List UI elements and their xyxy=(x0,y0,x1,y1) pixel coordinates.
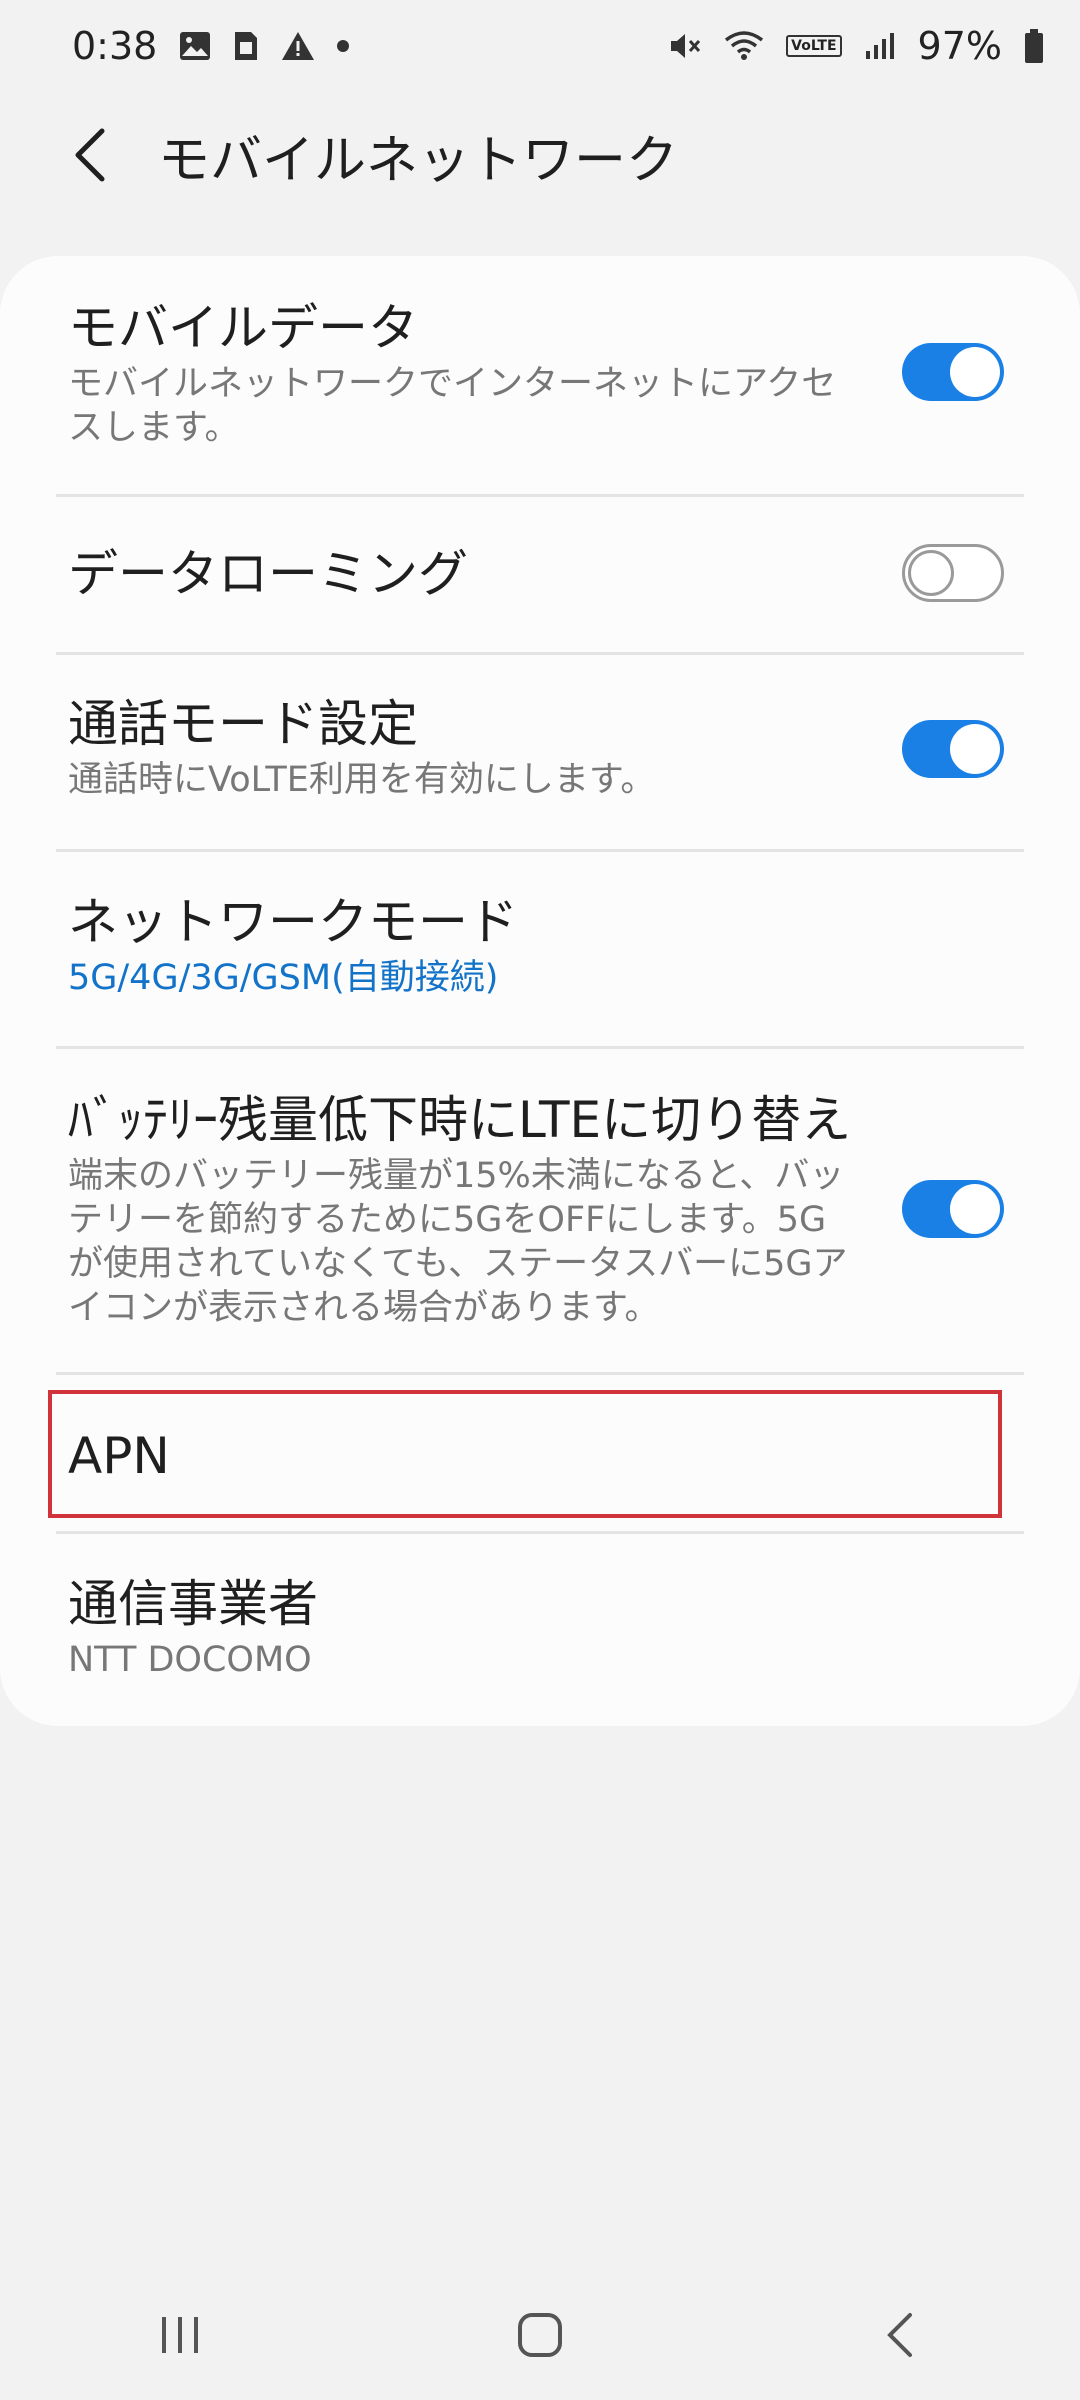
app-header: モバイルネットワーク xyxy=(0,100,1080,210)
wifi-icon xyxy=(724,30,764,62)
mobile-data-toggle[interactable] xyxy=(902,343,1004,401)
setting-call-mode[interactable]: 通話モード設定 通話時にVoLTE利用を有効にします。 xyxy=(56,692,1024,842)
battery-lte-toggle[interactable] xyxy=(902,1180,1004,1238)
setting-network-mode[interactable]: ネットワークモード 5G/4G/3G/GSM(自動接続) xyxy=(56,890,1024,1040)
status-time: 0:38 xyxy=(72,24,158,68)
warning-icon xyxy=(281,31,315,61)
battery-percent: 97% xyxy=(917,24,1002,68)
setting-carrier[interactable]: 通信事業者 NTT DOCOMO xyxy=(56,1572,1024,1702)
divider xyxy=(56,1531,1024,1534)
setting-title: ネットワークモード xyxy=(68,893,518,951)
setting-subtitle: NTT DOCOMO xyxy=(68,1640,312,1680)
setting-title: 通信事業者 xyxy=(68,1575,318,1633)
nav-back-button[interactable] xyxy=(820,2285,980,2385)
divider xyxy=(56,849,1024,852)
status-left: 0:38 xyxy=(72,24,350,68)
signal-icon xyxy=(864,31,896,61)
setting-data-roaming[interactable]: データローミング xyxy=(56,536,1024,648)
back-button[interactable] xyxy=(30,100,150,210)
setting-value: 5G/4G/3G/GSM(自動接続) xyxy=(68,958,499,998)
page-title: モバイルネットワーク xyxy=(158,130,679,191)
recent-apps-icon xyxy=(162,2317,198,2353)
setting-subtitle: 端末のバッテリー残量が15%未満になると、バッテリーを節約するために5GをOFF… xyxy=(68,1156,848,1328)
setting-title: ﾊﾞｯﾃﾘｰ残量低下時にLTEに切り替え xyxy=(68,1091,852,1149)
chevron-left-icon xyxy=(75,128,105,182)
divider xyxy=(56,1046,1024,1049)
navigation-bar xyxy=(0,2280,1080,2390)
divider xyxy=(56,652,1024,655)
recent-apps-button[interactable] xyxy=(100,2285,260,2385)
setting-title: データローミング xyxy=(68,545,468,603)
status-bar: 0:38 VoLTE 97% xyxy=(0,0,1080,92)
setting-mobile-data[interactable]: モバイルデータ モバイルネットワークでインターネットにアクセスします。 xyxy=(56,296,1024,496)
dot-icon xyxy=(337,40,350,52)
battery-icon xyxy=(1024,28,1044,64)
home-icon xyxy=(518,2313,562,2357)
sim-icon xyxy=(233,30,259,62)
setting-title: 通話モード設定 xyxy=(68,695,418,753)
image-icon xyxy=(179,31,211,61)
divider xyxy=(56,1372,1024,1375)
status-right: VoLTE 97% xyxy=(668,24,1044,68)
setting-title: モバイルデータ xyxy=(68,299,418,357)
apn-highlight-box xyxy=(48,1390,1002,1518)
data-roaming-toggle[interactable] xyxy=(902,544,1004,602)
mute-icon xyxy=(668,30,702,62)
divider xyxy=(56,494,1024,497)
setting-battery-lte[interactable]: ﾊﾞｯﾃﾘｰ残量低下時にLTEに切り替え 端末のバッテリー残量が15%未満になる… xyxy=(56,1088,1024,1338)
setting-subtitle: 通話時にVoLTE利用を有効にします。 xyxy=(68,760,656,800)
home-button[interactable] xyxy=(460,2285,620,2385)
call-mode-toggle[interactable] xyxy=(902,720,1004,778)
setting-subtitle: モバイルネットワークでインターネットにアクセスします。 xyxy=(68,364,837,448)
volte-icon: VoLTE xyxy=(786,35,842,57)
back-icon xyxy=(887,2313,912,2357)
